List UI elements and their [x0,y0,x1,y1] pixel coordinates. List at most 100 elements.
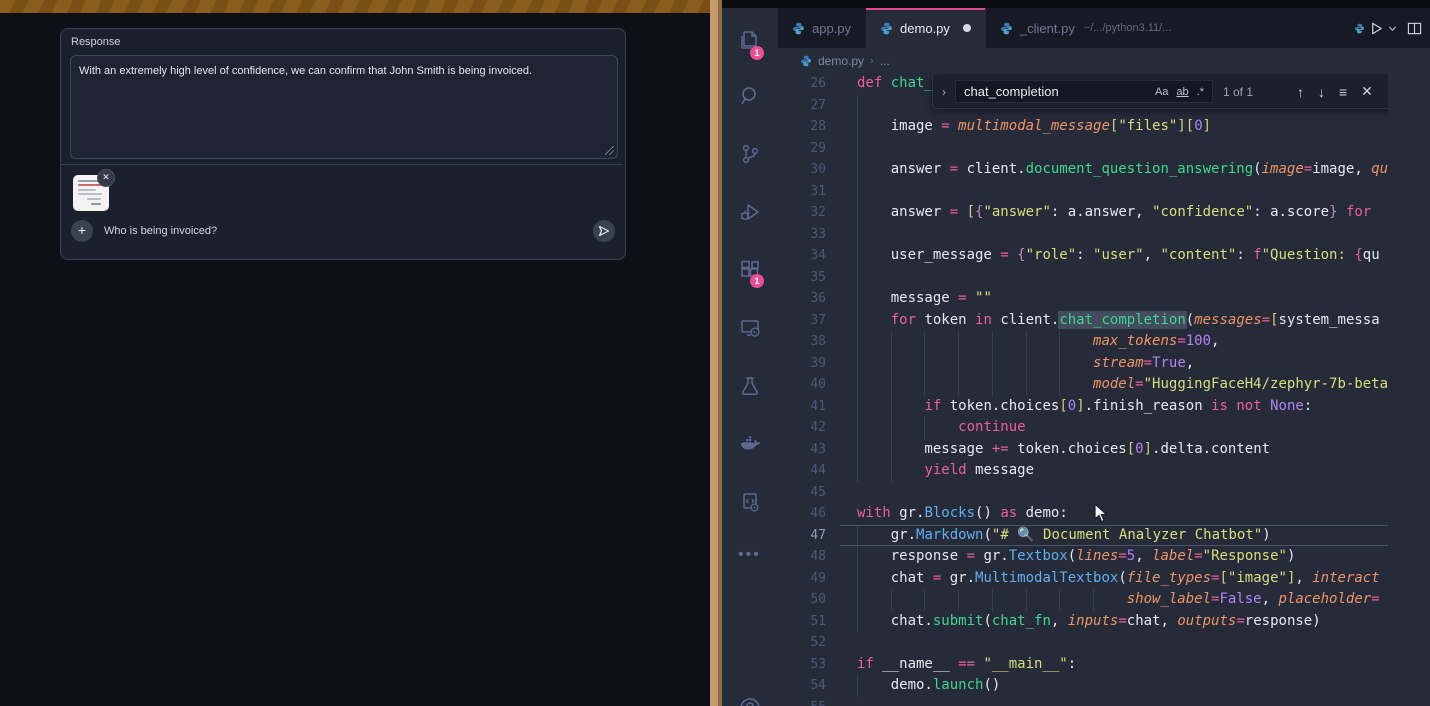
line-number[interactable]: 35 [778,267,826,289]
code-editor[interactable]: 26def chat_fn(multimodal_message):2728 i… [778,73,1388,706]
remote-explorer-icon[interactable] [738,316,762,340]
code-token: = [1118,548,1126,564]
split-editor-button[interactable] [1407,21,1422,36]
next-match-button[interactable]: ↓ [1318,84,1325,100]
line-number[interactable]: 49 [778,568,826,590]
line-number[interactable]: 38 [778,331,826,353]
line-number[interactable]: 51 [778,611,826,633]
code-line[interactable]: 47 gr.Markdown("# 🔍 Document Analyzer Ch… [778,525,1388,547]
indent-guide [857,310,858,332]
add-file-button[interactable]: + [71,220,93,242]
line-number[interactable]: 45 [778,482,826,504]
code-line[interactable]: 41 if token.choices[0].finish_reason is … [778,396,1388,418]
code-line[interactable]: 44 yield message [778,460,1388,482]
code-line[interactable]: 39 stream=True, [778,353,1388,375]
code-line[interactable]: 37 for token in client.chat_completion(m… [778,310,1388,332]
code-line[interactable]: 40 model="HuggingFaceH4/zephyr-7b-beta [778,374,1388,396]
chevron-down-icon[interactable] [1388,24,1397,33]
line-number[interactable]: 34 [778,245,826,267]
whole-word-toggle[interactable]: ab [1172,85,1192,99]
code-line[interactable]: 49 chat = gr.MultimodalTextbox(file_type… [778,568,1388,590]
code-token: response [1245,613,1312,629]
line-number[interactable]: 27 [778,95,826,117]
code-line[interactable]: 48 response = gr.Textbox(lines=5, label=… [778,546,1388,568]
find-input[interactable]: chat_completion Aa ab .* [955,80,1213,103]
breadcrumb-file[interactable]: demo.py [818,54,864,68]
source-control-icon[interactable] [738,142,762,166]
regex-toggle[interactable]: .* [1193,85,1208,99]
line-number[interactable]: 30 [778,159,826,181]
line-number[interactable]: 39 [778,353,826,375]
code-line[interactable]: 31 [778,181,1388,203]
modified-dot-icon[interactable] [963,24,971,32]
search-icon[interactable] [738,84,762,108]
tab-app-py[interactable]: app.py [778,8,866,48]
code-line[interactable]: 43 message += token.choices[0].delta.con… [778,439,1388,461]
match-case-toggle[interactable]: Aa [1151,85,1172,99]
toggle-replace-chevron[interactable]: › [933,85,955,99]
code-line[interactable]: 46with gr.Blocks() as demo: [778,503,1388,525]
line-number[interactable]: 42 [778,417,826,439]
breadcrumb-symbol[interactable]: ... [880,54,890,68]
code-line[interactable]: 53if __name__ == "__main__": [778,654,1388,676]
line-number[interactable]: 55 [778,697,826,706]
code-line[interactable]: 55 [778,697,1388,706]
line-number[interactable]: 31 [778,181,826,203]
code-line[interactable]: 51 chat.submit(chat_fn, inputs=chat, out… [778,611,1388,633]
account-icon[interactable] [738,696,762,706]
code-line[interactable]: 36 message = "" [778,288,1388,310]
run-button[interactable] [1369,21,1384,36]
line-number[interactable]: 47 [778,525,826,547]
code-line[interactable]: 33 [778,224,1388,246]
line-number[interactable]: 48 [778,546,826,568]
line-number[interactable]: 36 [778,288,826,310]
line-number[interactable]: 54 [778,675,826,697]
line-number[interactable]: 50 [778,589,826,611]
code-line[interactable]: 29 [778,138,1388,160]
code-line[interactable]: 28 image = multimodal_message["files"][0… [778,116,1388,138]
line-number[interactable]: 33 [778,224,826,246]
code-line[interactable]: 34 user_message = {"role": "user", "cont… [778,245,1388,267]
response-textarea[interactable]: With an extremely high level of confiden… [70,55,618,159]
line-number[interactable]: 52 [778,632,826,654]
run-debug-icon[interactable] [738,200,762,224]
find-in-selection-button[interactable]: ≡ [1339,84,1347,100]
breadcrumb[interactable]: demo.py › ... [778,48,1388,73]
line-number[interactable]: 32 [778,202,826,224]
code-line[interactable]: 30 answer = client.document_question_ans… [778,159,1388,181]
code-token: () [983,677,1000,693]
code-line[interactable]: 50 show_label=False, placeholder= [778,589,1388,611]
docker-icon[interactable] [738,432,762,456]
code-line[interactable]: 52 [778,632,1388,654]
line-number[interactable]: 53 [778,654,826,676]
dev-containers-icon[interactable] [738,490,762,514]
remove-attachment-button[interactable]: ✕ [97,169,115,187]
code-line[interactable]: 45 [778,482,1388,504]
tab-demo-py[interactable]: demo.py [866,8,986,48]
line-number[interactable]: 29 [778,138,826,160]
code-line[interactable]: 42 continue [778,417,1388,439]
previous-match-button[interactable]: ↑ [1297,84,1304,100]
tab-client-py[interactable]: _client.py ~/.../python3.11/... [986,8,1186,48]
code-line[interactable]: 38 max_tokens=100, [778,331,1388,353]
send-button[interactable] [593,220,615,242]
line-number[interactable]: 26 [778,73,826,95]
find-query[interactable]: chat_completion [964,84,1151,99]
close-find-button[interactable]: ✕ [1361,83,1373,100]
line-number[interactable]: 28 [778,116,826,138]
resize-handle-icon[interactable] [605,146,614,155]
line-number[interactable]: 41 [778,396,826,418]
line-number[interactable]: 37 [778,310,826,332]
code-token: f [1253,247,1261,263]
line-number[interactable]: 40 [778,374,826,396]
testing-flask-icon[interactable] [738,374,762,398]
indent-guide [1026,589,1027,611]
more-views-icon[interactable]: ••• [738,546,762,570]
line-number[interactable]: 44 [778,460,826,482]
line-number[interactable]: 43 [778,439,826,461]
code-line[interactable]: 35 [778,267,1388,289]
line-number[interactable]: 46 [778,503,826,525]
code-line[interactable]: 32 answer = [{"answer": a.answer, "confi… [778,202,1388,224]
code-line[interactable]: 54 demo.launch() [778,675,1388,697]
chat-input[interactable]: Who is being invoiced? [104,225,217,237]
